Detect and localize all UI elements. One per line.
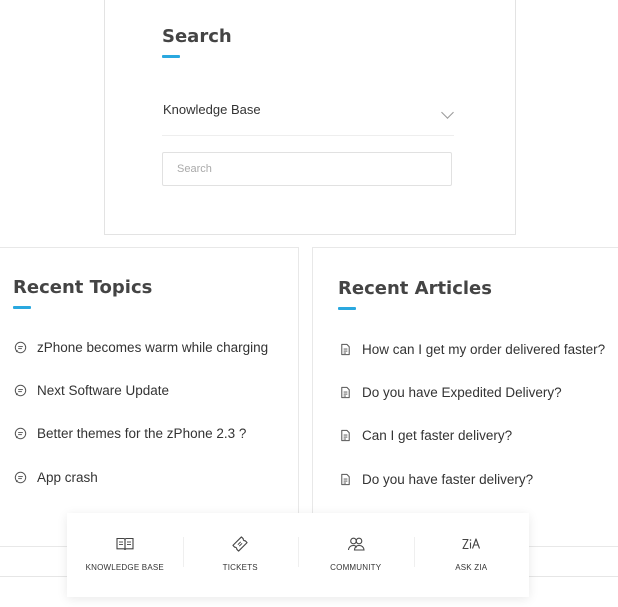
dropdown-selected-value: Knowledge Base bbox=[163, 102, 261, 117]
article-label: Do you have Expedited Delivery? bbox=[362, 385, 562, 400]
recent-topics-underline bbox=[13, 306, 31, 309]
tab-ask-zia[interactable]: ASK ZIA bbox=[413, 513, 530, 597]
recent-topics-card: Recent Topics zPhone becomes warm while … bbox=[0, 247, 299, 547]
tab-tickets[interactable]: TICKETS bbox=[182, 513, 299, 597]
recent-topics-title: Recent Topics bbox=[13, 277, 153, 298]
search-title: Search bbox=[162, 26, 232, 47]
knowledge-base-dropdown[interactable]: Knowledge Base bbox=[162, 92, 454, 136]
search-panel: Search Knowledge Base bbox=[104, 0, 516, 235]
chat-bubble-icon bbox=[14, 341, 27, 354]
document-icon bbox=[341, 429, 350, 442]
tab-label: KNOWLEDGE BASE bbox=[85, 563, 164, 572]
article-item[interactable]: Can I get faster delivery? bbox=[339, 428, 512, 443]
article-item[interactable]: Do you have faster delivery? bbox=[339, 472, 533, 487]
chat-bubble-icon bbox=[14, 471, 27, 484]
topic-item[interactable]: App crash bbox=[14, 470, 98, 485]
chat-bubble-icon bbox=[14, 384, 27, 397]
chat-bubble-icon bbox=[14, 427, 27, 440]
tab-community[interactable]: COMMUNITY bbox=[298, 513, 414, 597]
topic-label: Next Software Update bbox=[37, 383, 170, 398]
topic-label: App crash bbox=[37, 470, 98, 485]
article-label: How can I get my order delivered faster? bbox=[362, 342, 606, 357]
book-icon bbox=[116, 537, 134, 551]
topic-label: Better themes for the zPhone 2.3 ? bbox=[37, 426, 247, 441]
tab-knowledge-base[interactable]: KNOWLEDGE BASE bbox=[67, 513, 183, 597]
article-item[interactable]: Do you have Expedited Delivery? bbox=[339, 385, 562, 400]
article-item[interactable]: How can I get my order delivered faster? bbox=[339, 342, 605, 357]
article-label: Do you have faster delivery? bbox=[362, 472, 534, 487]
search-input[interactable] bbox=[162, 152, 452, 186]
topic-item[interactable]: Better themes for the zPhone 2.3 ? bbox=[14, 426, 246, 441]
recent-articles-title: Recent Articles bbox=[338, 278, 492, 299]
bottom-tab-bar: KNOWLEDGE BASE TICKETS COMMUNITY ASK ZIA bbox=[67, 513, 529, 597]
tab-label: TICKETS bbox=[222, 563, 258, 572]
topic-item[interactable]: Next Software Update bbox=[14, 383, 169, 398]
ticket-icon bbox=[232, 536, 248, 552]
topic-item[interactable]: zPhone becomes warm while charging bbox=[14, 340, 268, 355]
zia-icon bbox=[462, 538, 481, 550]
tab-label: ASK ZIA bbox=[455, 563, 488, 572]
recent-articles-underline bbox=[338, 307, 356, 310]
recent-articles-card: Recent Articles How can I get my order d… bbox=[312, 247, 618, 547]
document-icon bbox=[341, 343, 350, 356]
search-title-underline bbox=[162, 55, 180, 58]
document-icon bbox=[341, 473, 350, 486]
topic-label: zPhone becomes warm while charging bbox=[37, 340, 269, 355]
community-icon bbox=[347, 537, 365, 551]
article-label: Can I get faster delivery? bbox=[362, 428, 513, 443]
document-icon bbox=[341, 386, 350, 399]
tab-label: COMMUNITY bbox=[330, 563, 382, 572]
chevron-down-icon bbox=[441, 106, 454, 119]
